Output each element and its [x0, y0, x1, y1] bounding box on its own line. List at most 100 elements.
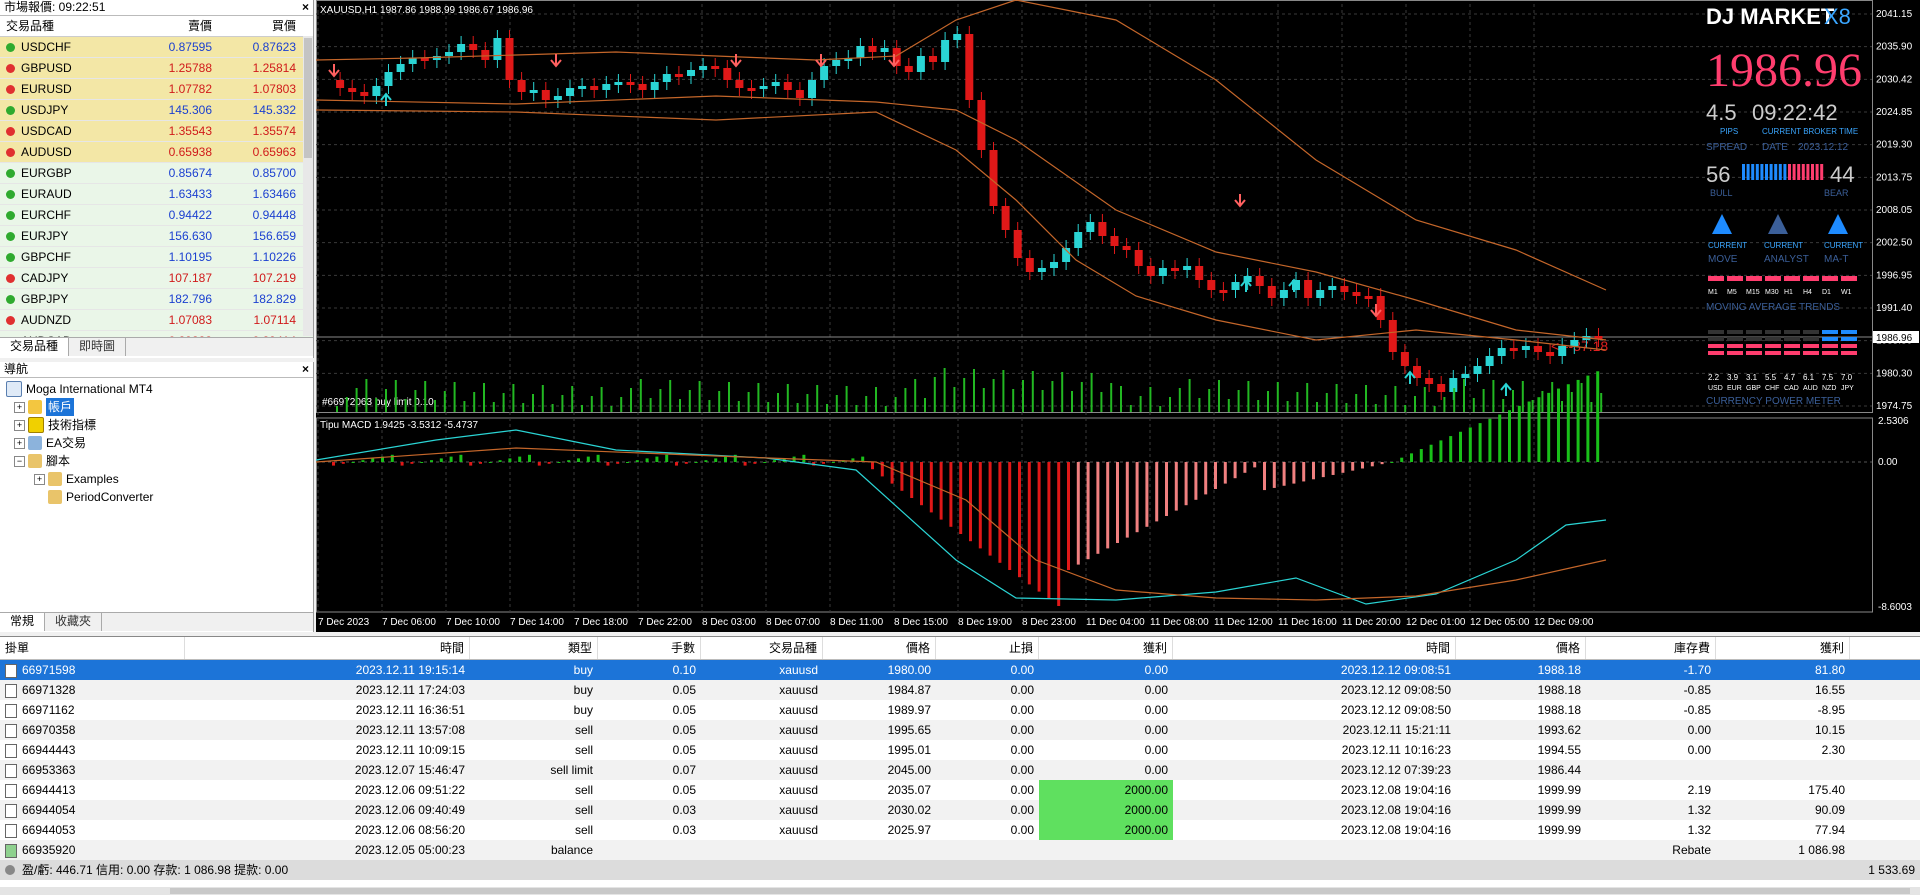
col-header[interactable]: 掛單 — [0, 637, 185, 659]
table-cell: 2023.12.08 19:04:16 — [1340, 823, 1451, 837]
volume-bar — [1208, 389, 1211, 412]
order-id: 66970358 — [22, 723, 76, 737]
power-meter-cell — [1727, 330, 1743, 334]
symbol-row[interactable]: GBPCHF 1.10195 1.10226 — [0, 247, 313, 268]
tree-item-indicators[interactable]: + 技術指標 — [6, 416, 313, 434]
volume-bar — [698, 381, 701, 412]
tree-item-label: 技術指標 — [48, 418, 97, 432]
price-down-icon — [6, 315, 15, 325]
chart-window[interactable]: 2041.15 2035.90 2030.42 2024.85 2019.30 2013.… — [316, 0, 1920, 632]
symbol-row[interactable]: EURAUD 1.63433 1.63466 — [0, 184, 313, 205]
macd-histogram-bar — [665, 454, 669, 462]
symbol-row[interactable]: USDCAD 1.35543 1.35574 — [0, 121, 313, 142]
col-header[interactable]: 庫存費 — [1586, 637, 1716, 659]
macd-histogram-bar — [1067, 462, 1070, 570]
symbol-cell: EURGBP — [0, 163, 132, 183]
price-chart[interactable]: 2041.15 2035.90 2030.42 2024.85 2019.30 2013.… — [316, 0, 1920, 632]
symbol-row[interactable]: GBPUSD 1.25788 1.25814 — [0, 58, 313, 79]
table-row[interactable]: 66971598 2023.12.11 19:15:14 buy 0.10 xauusd… — [0, 660, 1920, 680]
col-header[interactable]: 類型 — [470, 637, 598, 659]
tree-item-label: PeriodConverter — [66, 490, 154, 504]
col-header[interactable]: 交易品種 — [701, 637, 823, 659]
symbol-row[interactable]: USDJPY 145.306 145.332 — [0, 100, 313, 121]
macd-histogram-bar — [753, 462, 757, 464]
symbol-row[interactable]: AUDNZD 1.07083 1.07114 — [0, 310, 313, 331]
symbol-row[interactable]: AUDCAD 0.893830.89414 — [0, 331, 313, 337]
scrollbar-thumb[interactable] — [304, 38, 312, 158]
power-meter-cell — [1708, 344, 1724, 348]
table-row[interactable]: 66944413 2023.12.06 09:51:22 sell 0.05 xauus… — [0, 780, 1920, 800]
expand-icon[interactable]: + — [14, 437, 25, 449]
tree-item-examples[interactable]: + Examples — [6, 470, 313, 488]
col-header[interactable]: 時間 — [185, 637, 470, 659]
volume-bar — [1041, 390, 1044, 412]
table-row[interactable]: 66944053 2023.12.06 08:56:20 sell 0.03 xauus… — [0, 820, 1920, 840]
col-header[interactable]: 價格 — [823, 637, 936, 659]
candle-body — [662, 74, 671, 82]
candle-body — [1534, 346, 1542, 352]
table-row[interactable]: 66971162 2023.12.11 16:36:51 buy 0.05 xauusd… — [0, 700, 1920, 720]
col-header[interactable]: 手數 — [598, 637, 701, 659]
tree-item-expert-advisors[interactable]: + EA交易 — [6, 434, 313, 452]
collapse-icon[interactable]: − — [14, 455, 25, 467]
col-header[interactable]: 價格 — [1456, 637, 1586, 659]
tree-item-accounts[interactable]: + 帳戶 — [6, 398, 313, 416]
col-header[interactable]: 獲利 — [1716, 637, 1850, 659]
table-row[interactable]: 66953363 2023.12.07 15:46:47 sell limit 0.0… — [0, 760, 1920, 780]
symbol-row[interactable]: GBPJPY 182.796 182.829 — [0, 289, 313, 310]
tab-common[interactable]: 常規 — [0, 613, 46, 631]
table-row[interactable]: 66970358 2023.12.11 13:57:08 sell 0.05 xauus… — [0, 720, 1920, 740]
macd-histogram-bar — [469, 462, 473, 466]
symbol-row[interactable]: EURCHF 0.94422 0.94448 — [0, 205, 313, 226]
volume-bar — [345, 397, 348, 412]
symbol-row[interactable]: EURGBP 0.85674 0.85700 — [0, 163, 313, 184]
timeframe-bar — [1727, 276, 1743, 281]
scrollbar-thumb[interactable] — [170, 888, 1910, 894]
symbol-row[interactable]: CADJPY 107.187 107.219 — [0, 268, 313, 289]
table-row[interactable]: 66971328 2023.12.11 17:24:03 buy 0.05 xauusd… — [0, 680, 1920, 700]
volume-bar — [1345, 403, 1348, 412]
col-header[interactable]: 獲利 — [1039, 637, 1173, 659]
ask-cell: 0.65963 — [252, 145, 296, 159]
summary-label: 盈/虧: 446.71 信用: 0.00 存款: 1 086.98 提款: 0.… — [22, 863, 289, 877]
symbol-row[interactable]: EURUSD 1.07782 1.07803 — [0, 79, 313, 100]
table-cell: -1.70 — [1683, 663, 1711, 677]
expand-icon[interactable]: + — [34, 473, 45, 485]
table-row[interactable]: 66944054 2023.12.06 09:40:49 sell 0.03 xauus… — [0, 800, 1920, 820]
volume-bar — [600, 387, 603, 412]
panel-cpm-label: CURRENCY POWER METER — [1706, 396, 1841, 407]
table-cell: 2.19 — [1687, 783, 1711, 797]
table-cell: -8.95 — [1817, 703, 1845, 717]
strength-bar — [1792, 164, 1796, 180]
scrollbar[interactable] — [303, 36, 313, 336]
macd-histogram-bar — [763, 462, 767, 463]
col-symbol[interactable]: 交易品種 — [0, 16, 132, 36]
time-tick-label: 8 Dec 11:00 — [830, 617, 884, 628]
symbol-row[interactable]: USDCHF 0.87595 0.87623 — [0, 37, 313, 58]
summary-row: 盈/虧: 446.71 信用: 0.00 存款: 1 086.98 提款: 0.… — [0, 860, 1920, 880]
close-icon[interactable]: × — [302, 0, 309, 15]
table-row[interactable]: 66944443 2023.12.11 10:09:15 sell 0.05 xauus… — [0, 740, 1920, 760]
tab-symbols[interactable]: 交易品種 — [0, 338, 70, 356]
table-row[interactable]: 66935920 2023.12.05 05:00:23 balance Rebate… — [0, 840, 1920, 860]
col-header[interactable]: 止損 — [936, 637, 1039, 659]
candle-body — [1485, 356, 1494, 366]
macd-histogram-bar — [488, 462, 492, 463]
tab-tick-chart[interactable]: 即時圖 — [69, 338, 127, 356]
table-cell: 2000.00 — [1039, 800, 1173, 820]
col-header[interactable]: 時間 — [1173, 637, 1456, 659]
expand-icon[interactable]: + — [14, 401, 25, 413]
tree-item-scripts[interactable]: − 腳本 — [6, 452, 313, 470]
tree-root[interactable]: Moga International MT4 — [6, 380, 313, 398]
tab-favorites[interactable]: 收藏夾 — [45, 613, 103, 631]
expand-icon[interactable]: + — [14, 419, 25, 431]
candle-body — [1558, 346, 1567, 356]
symbol-row[interactable]: EURJPY 156.630 156.659 — [0, 226, 313, 247]
col-ask[interactable]: 買價 — [216, 16, 302, 36]
time-tick-label: 7 Dec 14:00 — [510, 617, 564, 628]
symbol-row[interactable]: AUDUSD 0.65938 0.65963 — [0, 142, 313, 163]
price-tick-label: 1996.95 — [1876, 270, 1913, 281]
col-bid[interactable]: 賣價 — [132, 16, 216, 36]
close-icon[interactable]: × — [302, 362, 309, 377]
tree-item-period-converter[interactable]: PeriodConverter — [6, 488, 313, 506]
